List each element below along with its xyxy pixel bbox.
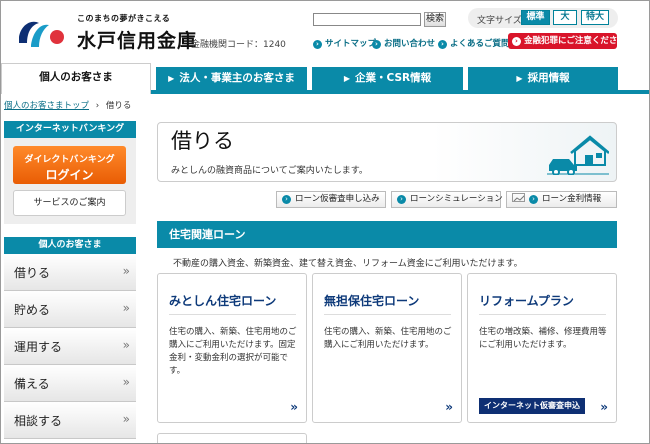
loan-card-title[interactable]: リフォームプラン — [479, 292, 574, 309]
loan-prescreen-button[interactable]: › ローン仮審査申し込み — [276, 191, 386, 208]
sidebar-item-label: 貯める — [14, 303, 51, 317]
tab-csr[interactable]: ▶ 企業・CSR情報 — [312, 67, 463, 90]
contact-link[interactable]: › お問い合わせ — [372, 37, 435, 49]
sitemap-link-label: サイトマップ — [325, 39, 377, 49]
arrow-right-icon: › — [397, 195, 406, 204]
online-prescreen-button[interactable]: インターネット仮審査申込 — [479, 398, 585, 414]
double-chevron-right-icon[interactable]: » — [290, 400, 298, 414]
double-chevron-right-icon[interactable]: » — [600, 400, 608, 414]
breadcrumb: 個人のお客さまトップ › 借りる — [4, 99, 131, 111]
sidebar-item-insure[interactable]: 備える » — [4, 365, 136, 402]
triangle-right-icon: ▶ — [168, 74, 175, 83]
loan-prescreen-label: ローン仮審査申し込み — [295, 194, 380, 204]
loan-card[interactable]: みとしん住宅ローン 住宅の購入、新築、住宅用地のご購入にご利用いただけます。固定… — [157, 273, 307, 423]
breadcrumb-home-link[interactable]: 個人のお客さまトップ — [4, 101, 89, 111]
house-car-illustration-icon — [547, 135, 609, 175]
arrow-right-icon: › — [372, 40, 381, 49]
loan-rate-button[interactable]: › ローン金利情報 — [506, 191, 617, 208]
tab-csr-label: 企業・CSR情報 — [355, 72, 432, 84]
loan-card-description: 住宅の増改築、補修、修理費用等にご利用いただけます。 — [479, 327, 607, 350]
double-chevron-right-icon[interactable]: » — [445, 400, 453, 414]
sidebar-menu: 借りる » 貯める » 運用する » 備える » 相談する » — [4, 254, 136, 439]
bank-code: 金融機関コード：1240 — [191, 40, 286, 50]
arrow-right-icon: › — [282, 195, 291, 204]
section-description: 不動産の購入資金、新築資金、建て替え資金、リフォーム資金にご利用いただけます。 — [173, 259, 523, 269]
double-chevron-right-icon: » — [122, 301, 130, 315]
double-chevron-right-icon: » — [122, 375, 130, 389]
arrow-right-icon: › — [529, 195, 538, 204]
bank-logo-icon[interactable] — [15, 15, 65, 51]
site-header: このまちの夢がきこえる 水戸信用金庫 金融機関コード：1240 検索 文字サイズ… — [1, 1, 649, 63]
loan-card-partial[interactable] — [157, 433, 307, 443]
login-button-line1: ダイレクトバンキング — [24, 155, 115, 165]
faq-link-label: よくあるご質問 — [450, 39, 510, 49]
page-title: 借りる — [171, 129, 234, 153]
bank-name[interactable]: 水戸信用金庫 — [77, 26, 197, 53]
loan-simulation-button[interactable]: › ローンシミュレーション — [391, 191, 503, 208]
global-nav: 個人のお客さま ▶ 法人・事業主のお客さま ▶ 企業・CSR情報 ▶ 採用情報 — [1, 63, 649, 94]
sidebar-item-label: 運用する — [14, 340, 63, 354]
tab-business[interactable]: ▶ 法人・事業主のお客さま — [156, 67, 307, 90]
faq-link[interactable]: › よくあるご質問 — [438, 37, 510, 49]
sidebar-item-save[interactable]: 貯める » — [4, 291, 136, 328]
sitemap-link[interactable]: › サイトマップ — [313, 37, 376, 49]
double-chevron-right-icon: » — [122, 412, 130, 426]
direct-banking-login-button[interactable]: ダイレクトバンキング ログイン — [13, 146, 126, 184]
page-subtitle: みとしんの融資商品についてご案内いたします。 — [171, 166, 368, 176]
loan-simulation-label: ローンシミュレーション — [410, 194, 503, 204]
arrow-right-icon: › — [438, 40, 447, 49]
site-tagline: このまちの夢がきこえる — [77, 14, 171, 23]
breadcrumb-current: 借りる — [105, 101, 132, 111]
card-divider — [169, 314, 296, 315]
breadcrumb-separator: › — [95, 101, 100, 111]
sidebar-item-borrow[interactable]: 借りる » — [4, 254, 136, 291]
tab-business-label: 法人・事業主のお客さま — [179, 72, 295, 84]
triangle-right-icon: ▶ — [343, 74, 351, 83]
font-size-large-button[interactable]: 大 — [553, 10, 577, 25]
sidebar-item-label: 備える — [14, 377, 50, 391]
sidebar-item-label: 相談する — [14, 414, 63, 428]
card-divider — [324, 314, 451, 315]
font-size-label: 文字サイズ — [477, 16, 522, 26]
tab-recruit-label: 採用情報 — [527, 72, 570, 84]
loan-card-description: 住宅の購入、新築、住宅用地のご購入にご利用いただけます。 — [324, 327, 452, 350]
loan-card-description: 住宅の購入、新築、住宅用地のご購入にご利用いただけます。固定金利・変動金利の選択… — [169, 327, 297, 376]
personal-menu-heading: 個人のお客さま — [4, 237, 136, 254]
arrow-right-icon: › — [512, 37, 521, 46]
login-button-line2: ログイン — [45, 168, 94, 182]
sidebar-item-label: 借りる — [14, 266, 51, 280]
loan-card[interactable]: 無担保住宅ローン 住宅の購入、新築、住宅用地のご購入にご利用いただけます。 » — [312, 273, 462, 423]
fraud-warning-label: 金融犯罪にご注意ください — [524, 36, 626, 46]
line-chart-icon — [512, 193, 525, 202]
sidebar-item-consult[interactable]: 相談する » — [4, 402, 136, 439]
internet-banking-heading: インターネットバンキング — [4, 121, 136, 138]
loan-card-title[interactable]: 無担保住宅ローン — [324, 292, 419, 309]
browser-viewport: このまちの夢がきこえる 水戸信用金庫 金融機関コード：1240 検索 文字サイズ… — [0, 0, 650, 444]
sidebar-item-invest[interactable]: 運用する » — [4, 328, 136, 365]
font-size-xlarge-button[interactable]: 特大 — [581, 10, 609, 25]
loan-card-title[interactable]: みとしん住宅ローン — [169, 292, 276, 309]
card-divider — [479, 314, 606, 315]
loan-rate-label: ローン金利情報 — [542, 194, 602, 204]
double-chevron-right-icon: » — [122, 338, 130, 352]
section-heading: 住宅関連ローン — [157, 221, 617, 248]
loan-card[interactable]: リフォームプラン 住宅の増改築、補修、修理費用等にご利用いただけます。 インター… — [467, 273, 617, 423]
contact-link-label: お問い合わせ — [384, 39, 436, 49]
fraud-warning-button[interactable]: › 金融犯罪にご注意ください — [508, 33, 626, 49]
triangle-right-icon: ▶ — [516, 74, 523, 83]
double-chevron-right-icon: » — [122, 264, 130, 278]
font-size-standard-button[interactable]: 標準 — [521, 10, 550, 25]
tab-recruit[interactable]: ▶ 採用情報 — [468, 67, 618, 90]
service-guide-button[interactable]: サービスのご案内 — [13, 190, 126, 216]
search-input[interactable] — [313, 13, 421, 26]
arrow-right-icon: › — [313, 40, 322, 49]
search-button[interactable]: 検索 — [424, 12, 446, 27]
tab-personal[interactable]: 個人のお客さま — [1, 63, 151, 94]
